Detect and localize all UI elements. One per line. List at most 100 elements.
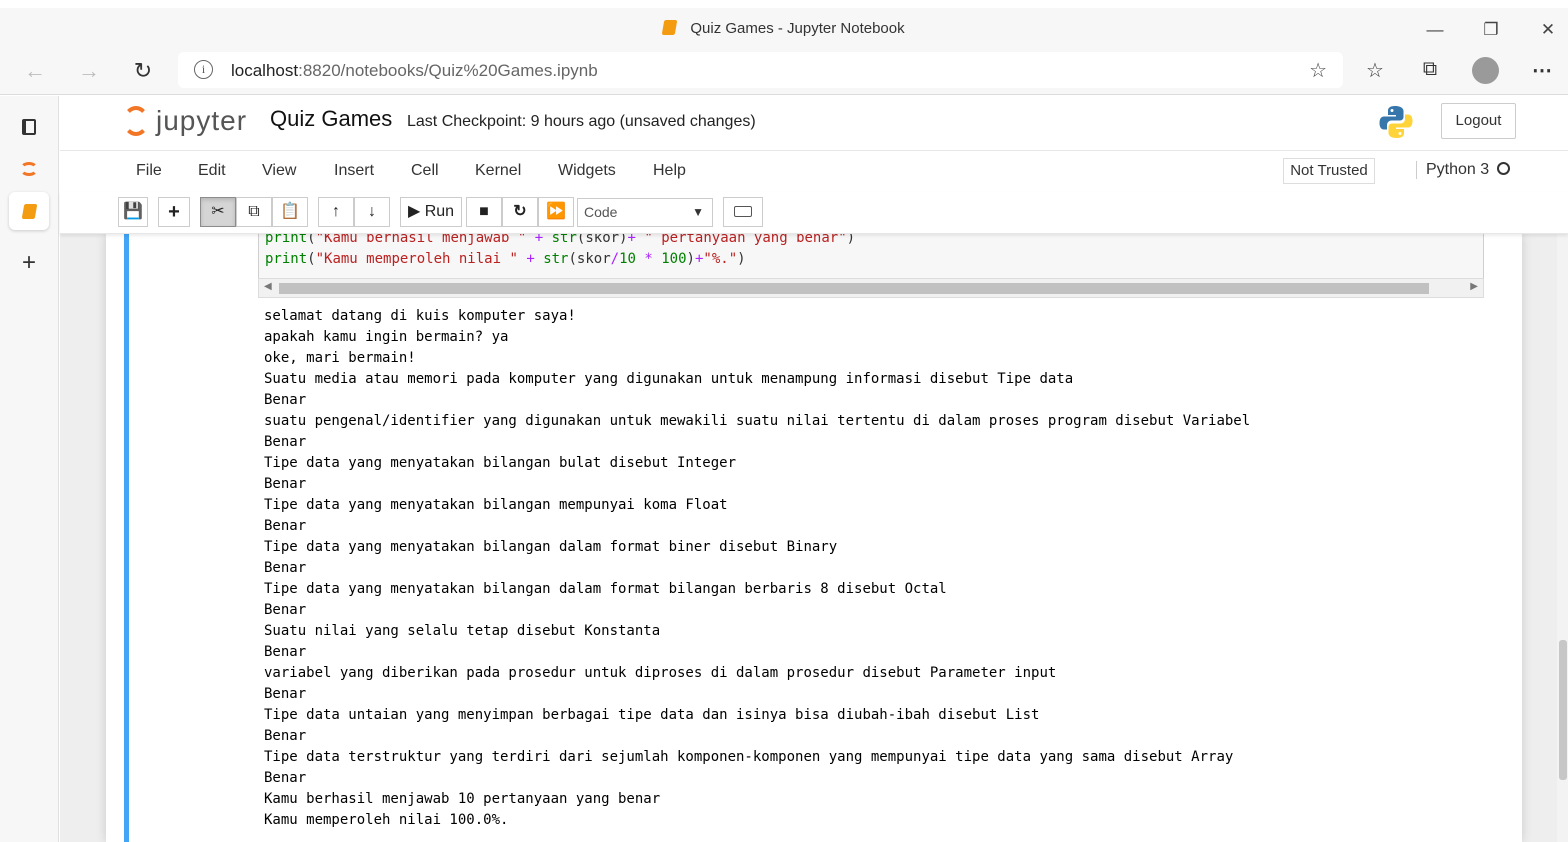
code-token: 10 — [619, 251, 636, 267]
cell-type-select[interactable]: Code ▼ — [577, 198, 713, 227]
vertical-scrollbar[interactable] — [1557, 234, 1568, 842]
output-line: Kamu berhasil menjawab 10 pertanyaan yan… — [264, 791, 661, 807]
code-token: + — [517, 251, 544, 267]
kernel-indicator[interactable]: Python 3 — [1416, 161, 1511, 179]
cell-selection-bar — [124, 234, 129, 842]
scroll-right-icon[interactable]: ▶ — [1470, 281, 1478, 292]
browser-window: Quiz Games - Jupyter Notebook — ❐ ✕ ← → … — [0, 0, 1568, 842]
interrupt-icon[interactable]: ■ — [466, 197, 502, 227]
output-line: Tipe data yang menyatakan bilangan mempu… — [264, 497, 728, 513]
collections-icon[interactable]: ⧉ — [1415, 58, 1445, 81]
horizontal-scrollbar[interactable]: ◀ ▶ — [258, 278, 1484, 298]
title-bar: Quiz Games - Jupyter Notebook — ❐ ✕ — [0, 8, 1568, 48]
profile-avatar-icon[interactable] — [1472, 57, 1499, 84]
code-token: 100 — [661, 251, 687, 267]
jupyter-tab-icon[interactable] — [9, 149, 49, 187]
output-line: apakah kamu ingin bermain? ya — [264, 329, 509, 345]
output-line: Benar — [264, 392, 307, 408]
logout-button[interactable]: Logout — [1441, 103, 1516, 139]
insert-cell-icon[interactable]: + — [158, 197, 190, 227]
url-text[interactable]: localhost:8820/notebooks/Quiz%20Games.ip… — [231, 61, 598, 81]
output-line: Benar — [264, 686, 307, 702]
move-up-icon[interactable]: ↑ — [318, 197, 354, 227]
cut-icon[interactable]: ✂ — [200, 197, 236, 227]
add-favorite-icon[interactable]: ☆ — [1309, 58, 1327, 83]
more-options-icon[interactable]: ⋯ — [1527, 58, 1557, 83]
output-line: variabel yang diberikan pada prosedur un… — [264, 665, 1057, 681]
output-line: selamat datang di kuis komputer saya! — [264, 308, 576, 324]
python-logo-icon — [1379, 106, 1413, 138]
output-line: Benar — [264, 728, 307, 744]
output-line: Benar — [264, 770, 307, 786]
menu-view[interactable]: View — [262, 162, 296, 180]
keyboard-icon[interactable] — [723, 197, 763, 227]
browser-sidebar: + — [0, 96, 59, 842]
scroll-thumb[interactable] — [279, 283, 1429, 294]
vertical-scroll-thumb[interactable] — [1559, 640, 1567, 780]
run-button[interactable]: ▶ Run — [400, 197, 462, 227]
output-line: oke, mari bermain! — [264, 350, 416, 366]
notebook-tab-icon[interactable] — [9, 192, 49, 230]
copy-icon[interactable]: ⧉ — [236, 197, 272, 227]
notebook-page: print("Kamu berhasil menjawab " + str(sk… — [106, 228, 1522, 842]
output-line: Tipe data untaian yang menyimpan berbaga… — [264, 707, 1040, 723]
output-line: Tipe data yang menyatakan bilangan dalam… — [264, 539, 838, 555]
output-line: Benar — [264, 476, 307, 492]
scroll-left-icon[interactable]: ◀ — [264, 281, 272, 292]
not-trusted-button[interactable]: Not Trusted — [1283, 158, 1375, 184]
code-token: / — [610, 251, 620, 267]
forward-icon[interactable]: → — [74, 58, 104, 84]
jupyter-header: jupyter Quiz Games Last Checkpoint: 9 ho… — [60, 96, 1568, 151]
menu-cell[interactable]: Cell — [411, 162, 439, 180]
minimize-button[interactable]: — — [1420, 20, 1450, 40]
new-tab-plus-icon[interactable]: + — [9, 244, 49, 282]
output-line: Tipe data yang menyatakan bilangan dalam… — [264, 581, 947, 597]
jupyter-logo-icon — [123, 106, 149, 136]
notebook-name[interactable]: Quiz Games — [270, 106, 392, 132]
save-icon[interactable]: 💾 — [118, 197, 148, 227]
site-info-icon[interactable]: i — [194, 60, 213, 79]
refresh-icon[interactable]: ↻ — [128, 58, 158, 84]
notebook-area: print("Kamu berhasil menjawab " + str(sk… — [60, 228, 1568, 842]
output-line: Benar — [264, 434, 307, 450]
menu-widgets[interactable]: Widgets — [558, 162, 616, 180]
menu-help[interactable]: Help — [653, 162, 686, 180]
url-field[interactable]: i localhost:8820/notebooks/Quiz%20Games.… — [178, 52, 1343, 88]
code-token: str — [543, 251, 569, 267]
close-window-button[interactable]: ✕ — [1533, 20, 1563, 40]
code-token: ) — [737, 251, 746, 267]
menu-file[interactable]: File — [136, 162, 162, 180]
back-icon[interactable]: ← — [20, 58, 50, 84]
menu-edit[interactable]: Edit — [198, 162, 226, 180]
output-line: suatu pengenal/identifier yang digunakan… — [264, 413, 1251, 429]
code-token: ( — [307, 251, 316, 267]
menu-bar: File Edit View Insert Cell Kernel Widget… — [60, 152, 1568, 192]
restart-icon[interactable]: ↻ — [502, 197, 538, 227]
output-line: Tipe data yang menyatakan bilangan bulat… — [264, 455, 737, 471]
output-line: Benar — [264, 644, 307, 660]
tab-actions-icon[interactable] — [9, 107, 49, 145]
output-line: Tipe data terstruktur yang terdiri dari … — [264, 749, 1234, 765]
code-token: * — [635, 251, 662, 267]
output-line: Suatu media atau memori pada komputer ya… — [264, 371, 1074, 387]
code-token: "Kamu memperoleh nilai " — [315, 251, 518, 267]
checkpoint-status: Last Checkpoint: 9 hours ago (unsaved ch… — [407, 113, 756, 130]
menu-insert[interactable]: Insert — [334, 162, 374, 180]
restore-button[interactable]: ❐ — [1476, 20, 1506, 40]
fast-forward-icon[interactable]: ⏩ — [538, 197, 574, 227]
chevron-down-icon: ▼ — [692, 205, 704, 219]
code-token: print — [265, 251, 308, 267]
menu-kernel[interactable]: Kernel — [475, 162, 521, 180]
address-bar: ← → ↻ i localhost:8820/notebooks/Quiz%20… — [0, 48, 1568, 95]
code-token: ) — [686, 251, 695, 267]
output-line: Benar — [264, 602, 307, 618]
output-line: Benar — [264, 560, 307, 576]
output-line: Suatu nilai yang selalu tetap disebut Ko… — [264, 623, 661, 639]
kernel-idle-icon — [1497, 162, 1511, 175]
move-down-icon[interactable]: ↓ — [354, 197, 390, 227]
paste-icon[interactable]: 📋 — [272, 197, 308, 227]
code-line: print("Kamu memperoleh nilai " + str(sko… — [265, 251, 746, 267]
play-icon: ▶ — [407, 203, 421, 220]
notebook-tab-icon — [662, 20, 678, 35]
favorites-icon[interactable]: ☆ — [1360, 58, 1390, 83]
